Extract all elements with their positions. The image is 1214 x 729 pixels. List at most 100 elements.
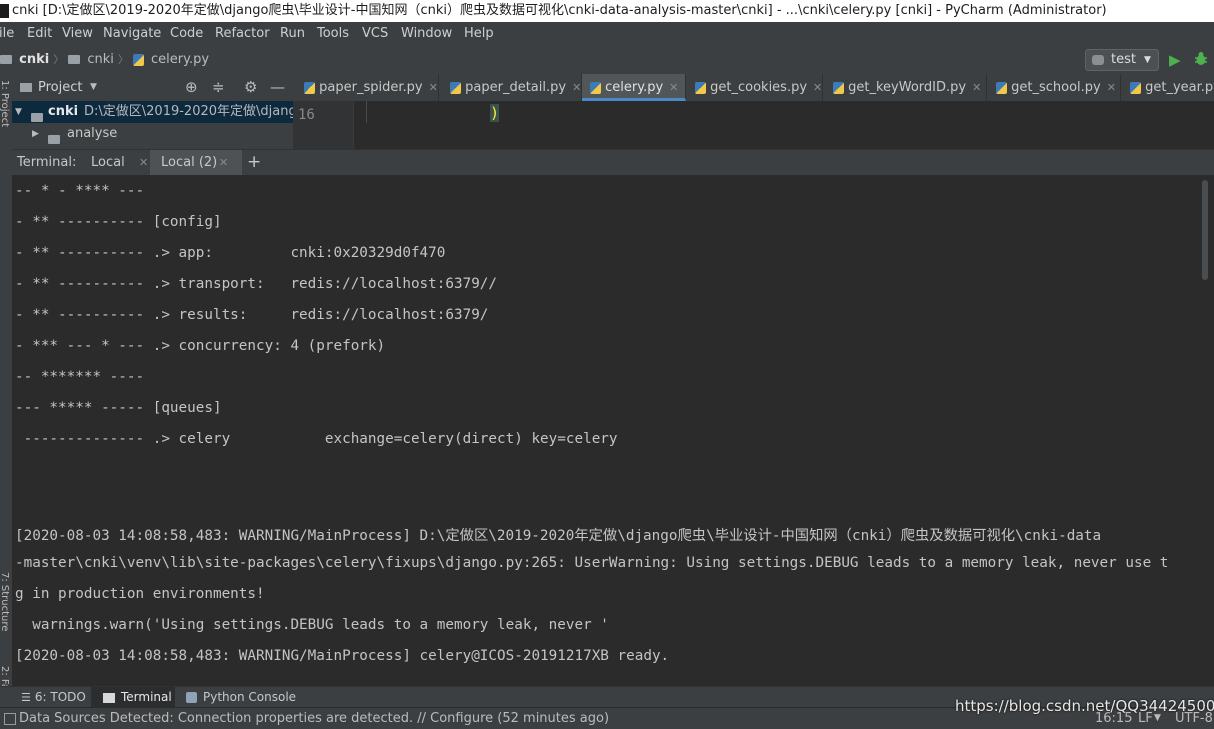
- terminal-scrollbar[interactable]: [1201, 180, 1209, 685]
- tab-label: get_keyWordID.py: [848, 80, 967, 95]
- scrollbar-thumb[interactable]: [1202, 180, 1208, 280]
- terminal-tab-local[interactable]: Local: [91, 150, 125, 175]
- menu-refactor[interactable]: Refactor: [215, 22, 270, 45]
- pycharm-app-icon: [0, 4, 9, 18]
- terminal-line: -------------- .> celery exchange=celery…: [15, 431, 618, 447]
- folder-icon: [0, 55, 12, 64]
- close-icon[interactable]: ✕: [813, 81, 822, 94]
- menu-file[interactable]: ile: [0, 22, 14, 45]
- run-configuration-label: test: [1111, 52, 1136, 67]
- python-file-icon: [132, 53, 144, 66]
- python-console-tool-label: Python Console: [203, 690, 297, 704]
- python-file-icon: [1130, 81, 1141, 94]
- terminal-tool-button[interactable]: Terminal: [91, 687, 175, 708]
- chevron-down-icon[interactable]: ▼: [90, 74, 97, 101]
- status-message[interactable]: Data Sources Detected: Connection proper…: [19, 708, 609, 729]
- tab-get-keywordid[interactable]: get_keyWordID.py ✕: [823, 74, 987, 101]
- tree-item-root-path: D:\定做区\2019-2020年定做\django: [84, 104, 293, 119]
- breadcrumb: cnki 〉 cnki 〉 celery.py: [0, 45, 209, 74]
- menu-help[interactable]: Help: [464, 22, 494, 45]
- collapse-all-icon[interactable]: ≑: [212, 74, 225, 101]
- code-editor[interactable]: [293, 101, 1214, 149]
- terminal-line: [2020-08-03 14:08:58,483: WARNING/MainPr…: [15, 528, 1102, 544]
- python-console-icon: [186, 692, 197, 703]
- python-file-icon: [590, 81, 601, 94]
- watermark-text: https://blog.csdn.net/QQ344245001: [955, 697, 1214, 715]
- tree-item-analyse-label: analyse: [67, 126, 118, 141]
- breadcrumb-package[interactable]: cnki: [87, 52, 114, 67]
- tree-item-root[interactable]: ▼ cnki D:\定做区\2019-2020年定做\django: [12, 101, 293, 123]
- tab-label: paper_spider.py: [319, 80, 423, 95]
- chevron-down-icon[interactable]: ▼: [15, 101, 22, 123]
- menu-bar: ile Edit View Navigate Code Refactor Run…: [0, 22, 1214, 45]
- terminal-title: Terminal:: [17, 155, 77, 170]
- close-icon[interactable]: ✕: [1107, 81, 1116, 94]
- menu-tools[interactable]: Tools: [317, 22, 349, 45]
- close-icon[interactable]: ✕: [219, 150, 228, 175]
- hide-icon[interactable]: —: [270, 74, 285, 101]
- tab-label: get_cookies.py: [710, 80, 808, 95]
- terminal-line: -- * - **** ---: [15, 183, 145, 199]
- terminal-icon: [103, 692, 115, 703]
- add-terminal-button[interactable]: +: [247, 150, 261, 175]
- tab-paper-detail[interactable]: paper_detail.py ✕: [439, 74, 582, 101]
- chevron-right-icon: 〉: [53, 53, 65, 66]
- menu-run[interactable]: Run: [280, 22, 305, 45]
- folder-icon: [48, 135, 60, 144]
- project-view-title[interactable]: Project: [38, 74, 82, 101]
- terminal-line: - ** ---------- .> app: cnki:0x20329d0f4…: [15, 245, 446, 261]
- gear-icon[interactable]: ⚙: [244, 74, 257, 101]
- editor-gutter: 16: [293, 101, 354, 149]
- terminal-line: warnings.warn('Using settings.DEBUG lead…: [15, 617, 609, 633]
- structure-tool-button[interactable]: 7: Structure: [0, 572, 10, 631]
- menu-vcs[interactable]: VCS: [362, 22, 388, 45]
- terminal-line: -- ******* ----: [15, 369, 145, 385]
- chevron-right-icon: 〉: [117, 53, 129, 66]
- status-toggle-icon[interactable]: [4, 713, 16, 725]
- title-bar: cnki [D:\定做区\2019-2020年定做\django爬虫\毕业设计-…: [0, 0, 1214, 22]
- tree-item-analyse[interactable]: ▶ analyse: [12, 123, 293, 145]
- tab-label: celery.py: [605, 80, 664, 95]
- terminal-line: - ** ---------- .> transport: redis://lo…: [15, 276, 498, 292]
- tab-paper-spider[interactable]: paper_spider.py ✕: [293, 74, 439, 101]
- locate-icon[interactable]: ⊕: [185, 74, 198, 101]
- tab-get-cookies[interactable]: get_cookies.py ✕: [686, 74, 823, 101]
- todo-tool-button[interactable]: ☰ 6: TODO: [21, 687, 86, 708]
- chevron-down-icon: ▼: [1144, 55, 1151, 65]
- tab-celery[interactable]: celery.py ✕: [582, 74, 686, 101]
- folder-icon: [31, 113, 43, 122]
- tab-label: get_school.py: [1011, 80, 1101, 95]
- terminal-line: g in production environments!: [15, 586, 265, 602]
- close-icon[interactable]: ✕: [669, 81, 678, 94]
- terminal-tool-label: Terminal: [121, 690, 172, 704]
- project-panel-header: Project ▼ ⊕ ≑ ⚙ —: [12, 74, 293, 102]
- menu-view[interactable]: View: [62, 22, 93, 45]
- close-icon[interactable]: ✕: [572, 81, 581, 94]
- run-configuration-select[interactable]: test ▼: [1085, 49, 1159, 71]
- terminal-tab-local-2[interactable]: Local (2): [161, 150, 217, 175]
- editor-tabs: paper_spider.py ✕ paper_detail.py ✕ celery…: [293, 74, 1214, 101]
- project-icon: [20, 83, 32, 92]
- terminal-line: - ** ---------- [config]: [15, 214, 222, 230]
- breadcrumb-root[interactable]: cnki: [19, 52, 49, 67]
- run-icon[interactable]: ▶: [1169, 51, 1181, 69]
- terminal-output[interactable]: -- * - **** --- - ** ---------- [config]…: [12, 175, 1214, 685]
- debug-icon[interactable]: [1194, 51, 1208, 66]
- project-tool-button[interactable]: 1: Project: [0, 80, 10, 127]
- python-file-icon: [996, 81, 1007, 94]
- terminal-line: - ** ---------- .> results: redis://loca…: [15, 307, 489, 323]
- menu-navigate[interactable]: Navigate: [103, 22, 161, 45]
- menu-edit[interactable]: Edit: [27, 22, 52, 45]
- menu-code[interactable]: Code: [170, 22, 203, 45]
- tab-get-year[interactable]: get_year.py: [1121, 74, 1214, 101]
- line-number: 16: [298, 107, 315, 123]
- close-icon[interactable]: ✕: [972, 81, 981, 94]
- python-console-tool-button[interactable]: Python Console: [186, 687, 296, 708]
- menu-window[interactable]: Window: [401, 22, 452, 45]
- close-icon[interactable]: ✕: [429, 81, 438, 94]
- tab-get-school[interactable]: get_school.py ✕: [987, 74, 1121, 101]
- close-icon[interactable]: ✕: [139, 150, 148, 175]
- breadcrumb-file[interactable]: celery.py: [151, 52, 209, 67]
- navigation-bar: cnki 〉 cnki 〉 celery.py: [0, 45, 1214, 75]
- chevron-right-icon[interactable]: ▶: [32, 123, 39, 145]
